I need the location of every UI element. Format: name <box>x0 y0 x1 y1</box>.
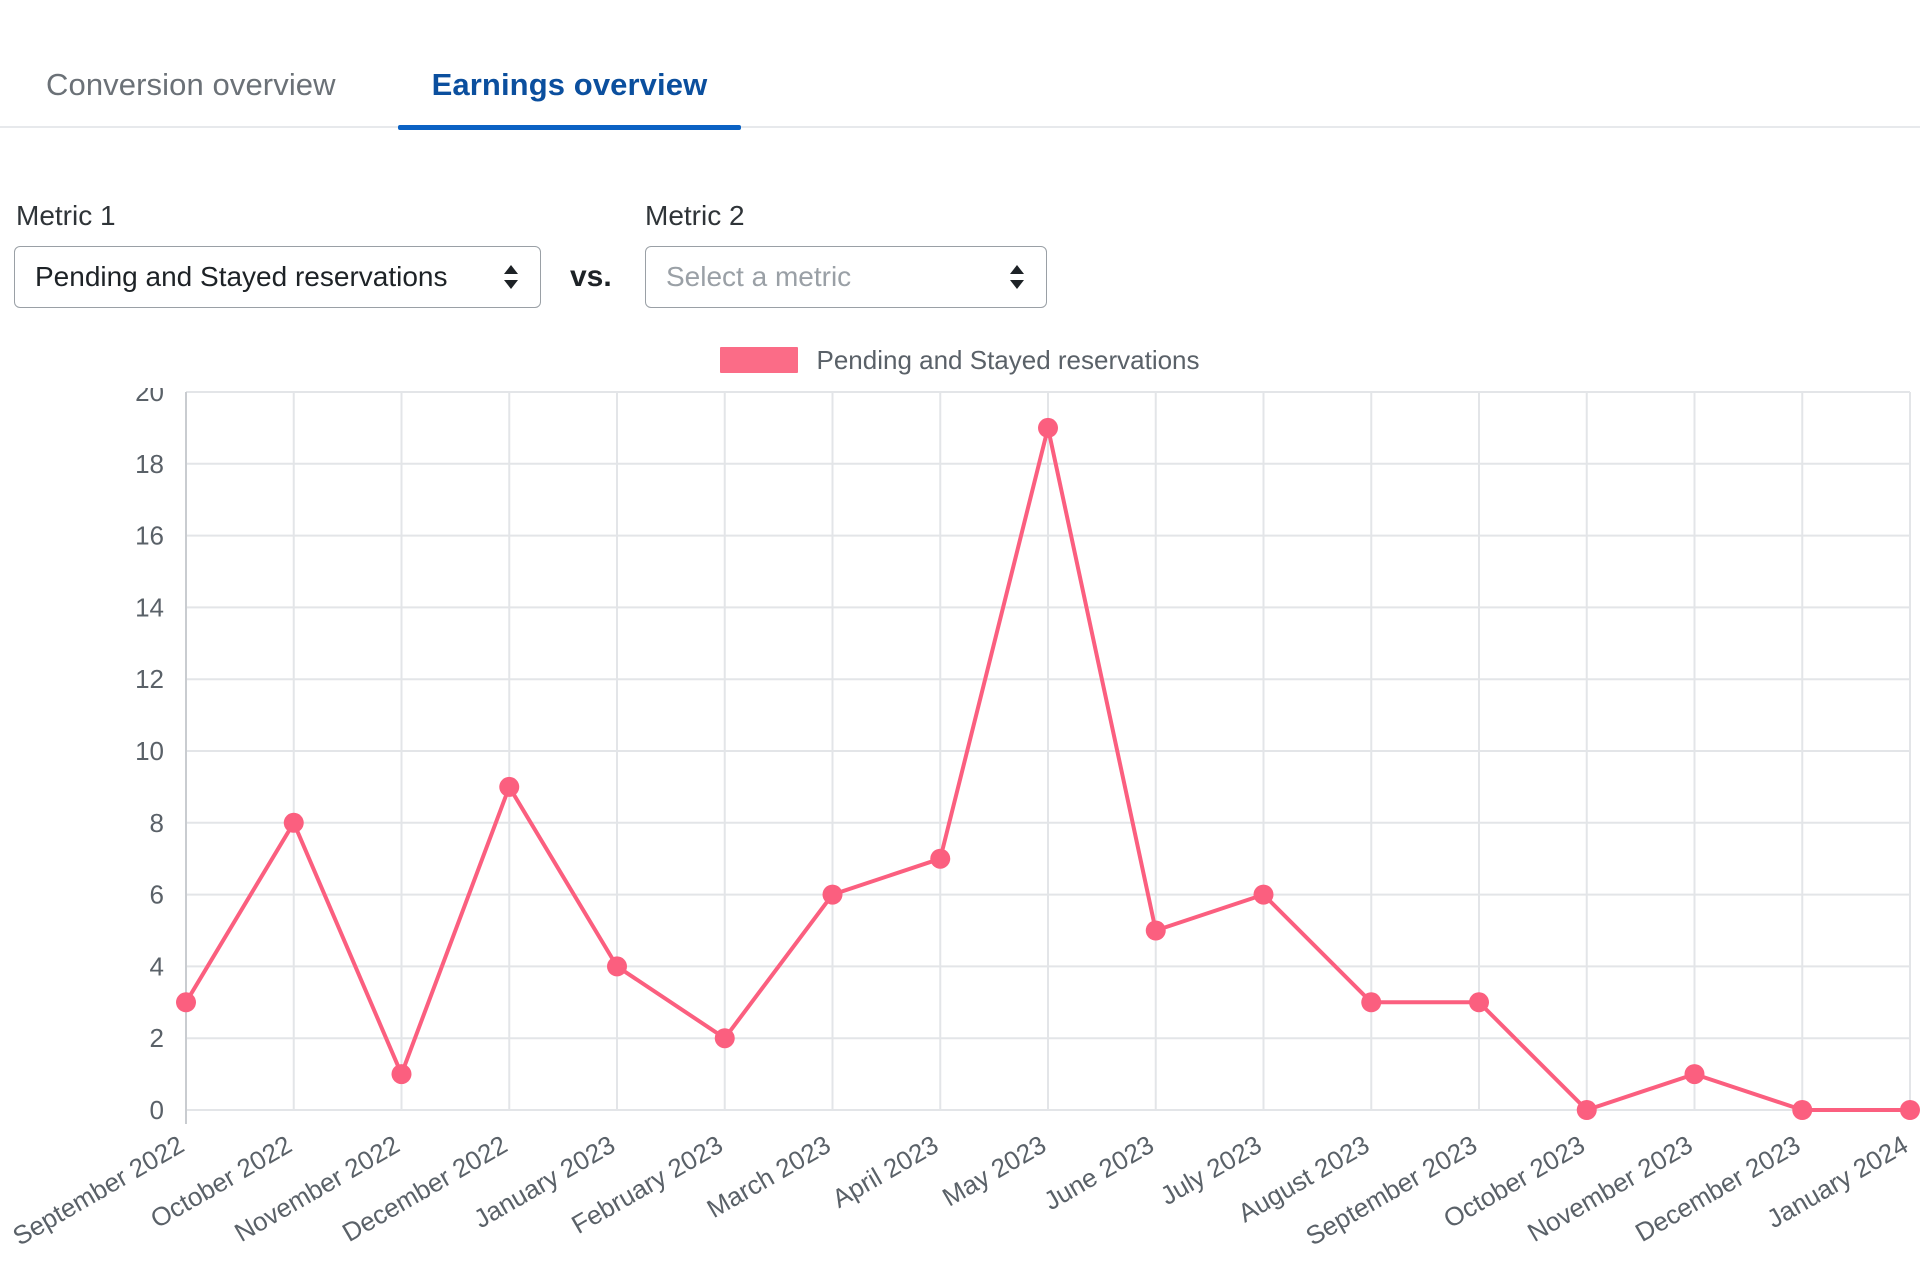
svg-text:18: 18 <box>135 449 164 479</box>
svg-text:14: 14 <box>135 592 164 622</box>
svg-text:0: 0 <box>150 1095 164 1125</box>
chart-container: Pending and Stayed reservations 0 2 4 6 8 10 1… <box>0 340 1920 1278</box>
svg-text:16: 16 <box>135 521 164 551</box>
metric-2-select[interactable]: Select a metric <box>645 246 1047 308</box>
chevron-up-down-icon <box>498 260 524 294</box>
legend-label-pending-and-stayed-reservations: Pending and Stayed reservations <box>816 344 1200 375</box>
svg-text:May 2023: May 2023 <box>937 1129 1051 1212</box>
chevron-up-down-icon <box>1004 260 1030 294</box>
svg-text:20: 20 <box>135 388 164 407</box>
metric-1-select[interactable]: Pending and Stayed reservations <box>14 246 541 308</box>
metric-2-label: Metric 2 <box>645 200 745 231</box>
legend-swatch-pending-and-stayed-reservations <box>720 347 799 373</box>
tab-conversion-overview[interactable]: Conversion overview <box>46 69 370 128</box>
metric-2-placeholder: Select a metric <box>666 261 852 292</box>
metric-label-row: Metric 1 Metric 2 <box>0 128 1920 231</box>
chart-plot-area: 0 2 4 6 8 10 12 14 16 18 20 September 2022 October 2… <box>0 388 1920 1278</box>
chart-legend: Pending and Stayed reservations <box>0 340 1920 380</box>
svg-text:4: 4 <box>150 951 164 981</box>
svg-text:April 2023: April 2023 <box>827 1129 943 1214</box>
svg-text:2: 2 <box>150 1023 164 1053</box>
line-chart: 02468101214161820September 2022October 2… <box>8 388 1920 1251</box>
svg-text:12: 12 <box>135 664 164 694</box>
vs-separator: vs. <box>570 260 612 293</box>
tab-earnings-overview-label: Earnings overview <box>431 67 708 102</box>
svg-text:8: 8 <box>150 808 164 838</box>
metric-1-value: Pending and Stayed reservations <box>35 261 448 292</box>
metric-controls: Metric 1 Metric 2 Pending and Stayed res… <box>0 128 1920 308</box>
svg-text:March 2023: March 2023 <box>702 1129 836 1224</box>
metric-1-label: Metric 1 <box>16 200 116 231</box>
tab-earnings-overview[interactable]: Earnings overview <box>397 67 742 130</box>
tab-conversion-overview-label: Conversion overview <box>46 67 336 102</box>
svg-text:June 2023: June 2023 <box>1039 1129 1159 1216</box>
svg-text:10: 10 <box>135 736 164 766</box>
svg-text:6: 6 <box>150 880 164 910</box>
tab-bar: Conversion overview Earnings overview <box>0 0 1920 130</box>
earnings-overview-page: Conversion overview Earnings overview Me… <box>0 0 1920 1278</box>
tab-list: Conversion overview Earnings overview <box>0 0 1920 130</box>
